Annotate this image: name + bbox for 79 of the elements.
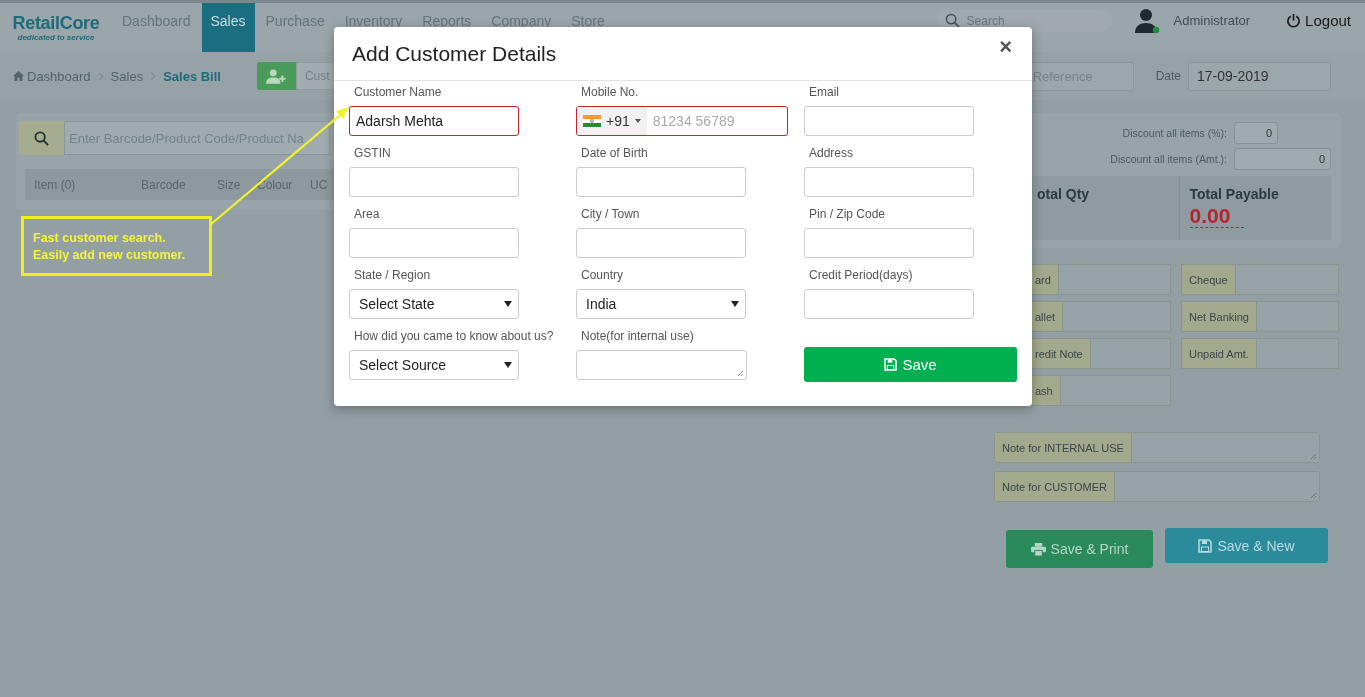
total-label: Total Payable xyxy=(1189,186,1280,202)
note-field[interactable] xyxy=(576,350,747,380)
field-label: State / Region xyxy=(353,267,432,283)
discount-field[interactable]: 0 xyxy=(1234,148,1331,170)
note-field[interactable]: Note for INTERNAL USE xyxy=(994,432,1320,463)
text-field[interactable] xyxy=(576,167,746,197)
text-field[interactable] xyxy=(576,228,746,258)
caret-icon xyxy=(504,362,512,368)
logo-text[interactable]: RetailCore xyxy=(12,13,100,34)
field-label: Note(for internal use) xyxy=(580,328,695,344)
callout-text: Fast customer search. xyxy=(33,230,166,245)
caret-icon xyxy=(731,301,739,307)
flag-icon xyxy=(583,115,601,127)
field-label: How did you came to know about us? xyxy=(353,328,555,344)
save-button[interactable]: Save & New xyxy=(1165,528,1328,563)
discount-field[interactable]: 0 xyxy=(1234,122,1278,144)
total-amount: 0.00 xyxy=(1189,205,1245,228)
floppy-icon xyxy=(1198,538,1213,553)
search-button[interactable] xyxy=(19,121,64,155)
field-label: Country xyxy=(580,267,625,283)
callout-text: Easily add new customer. xyxy=(33,247,186,262)
field-label: City / Town xyxy=(580,206,641,222)
discount-label: Discount all items (%): xyxy=(1122,127,1227,139)
field-label: Email xyxy=(808,84,840,100)
floppy-icon xyxy=(884,358,898,371)
field-label: Address xyxy=(808,145,855,161)
home-icon xyxy=(13,71,24,81)
payment-field[interactable]: Net Banking xyxy=(1181,301,1339,332)
add-user-icon xyxy=(266,68,287,84)
breadcrumb-link[interactable]: Sales Bill xyxy=(163,68,221,84)
add-customer-button[interactable] xyxy=(256,62,296,90)
power-icon xyxy=(1286,13,1302,28)
discount-label: Discount all items (Amt.): xyxy=(1110,153,1227,165)
date-field[interactable]: 17-09-2019 xyxy=(1188,61,1331,91)
field-label: Pin / Zip Code xyxy=(808,206,887,222)
printer-icon xyxy=(1030,542,1046,556)
logo-tagline: dedicated to service xyxy=(17,33,95,42)
date-label: Date xyxy=(1155,69,1181,83)
breadcrumb-link[interactable]: Sales xyxy=(110,68,144,84)
field-label: Credit Period(days) xyxy=(808,267,914,283)
payment-field[interactable]: Unpaid Amt. xyxy=(1181,338,1339,369)
chevron-icon xyxy=(97,71,104,81)
total-label: otal Qty xyxy=(1037,186,1091,202)
caret-icon xyxy=(634,119,641,123)
dropdown[interactable]: India xyxy=(576,289,746,319)
dropdown[interactable]: Select Source xyxy=(349,350,519,380)
text-field[interactable] xyxy=(804,106,974,136)
field-label: Customer Name xyxy=(353,84,443,100)
note-field[interactable]: Note for CUSTOMER xyxy=(994,471,1320,502)
phone-field[interactable]: +91 81234 56789 xyxy=(576,106,788,136)
payment-field[interactable]: Cheque xyxy=(1181,264,1339,295)
user-icon[interactable] xyxy=(1133,8,1160,34)
dropdown[interactable]: Select State xyxy=(349,289,519,319)
country-code-picker[interactable]: +91 xyxy=(577,107,647,135)
field-label: Area xyxy=(353,206,381,222)
user-name[interactable]: Administrator xyxy=(1173,13,1251,28)
chevron-icon xyxy=(150,71,157,81)
dialog-title: Add Customer Details xyxy=(352,41,557,66)
text-field[interactable] xyxy=(804,228,974,258)
save-button[interactable]: Save xyxy=(804,347,1017,382)
search-icon xyxy=(34,130,49,146)
resize-grip-icon[interactable] xyxy=(736,369,744,377)
text-field[interactable] xyxy=(804,167,974,197)
close-button[interactable]: × xyxy=(997,35,1014,58)
text-field[interactable] xyxy=(804,289,974,319)
logout-link[interactable]: Logout xyxy=(1286,12,1351,29)
text-field[interactable]: Adarsh Mehta xyxy=(349,106,519,136)
text-field[interactable] xyxy=(349,167,519,197)
field-label: Mobile No. xyxy=(580,84,640,100)
save-button[interactable]: Save & Print xyxy=(1006,530,1153,568)
breadcrumb-link[interactable]: Dashboard xyxy=(13,68,91,84)
search-icon xyxy=(944,13,960,28)
resize-grip-icon[interactable] xyxy=(1309,491,1317,499)
resize-grip-icon[interactable] xyxy=(1309,452,1317,460)
field-label: GSTIN xyxy=(353,145,392,161)
nav-tab[interactable]: Sales xyxy=(201,3,255,52)
field-label: Date of Birth xyxy=(580,145,649,161)
caret-icon xyxy=(504,301,512,307)
text-field[interactable] xyxy=(349,228,519,258)
